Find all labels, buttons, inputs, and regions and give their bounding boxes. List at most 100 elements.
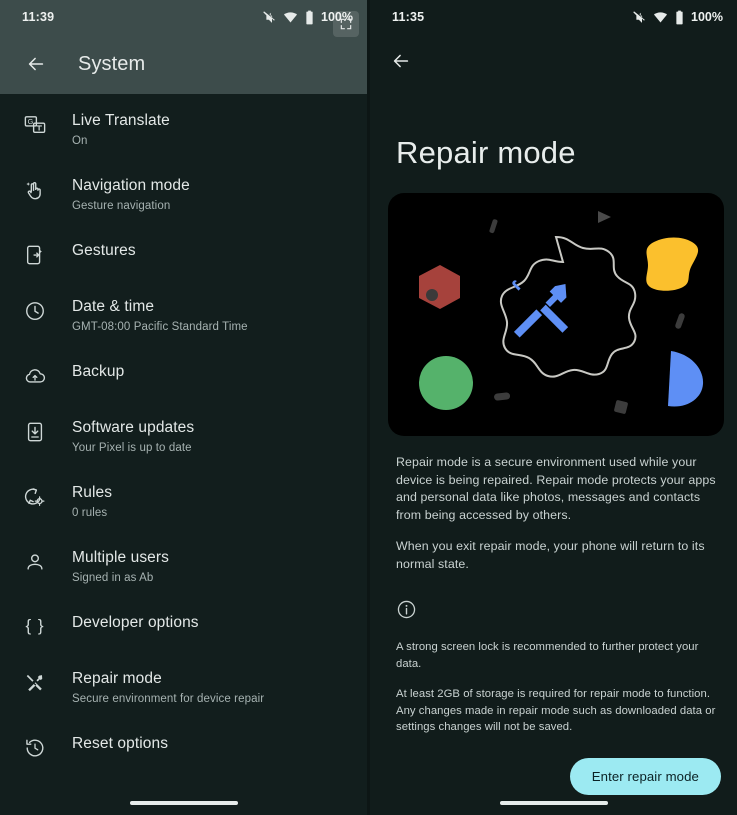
home-indicator-left[interactable] bbox=[129, 801, 238, 805]
status-time: 11:35 bbox=[392, 10, 425, 24]
sidebar-item-reset-options[interactable]: Reset options bbox=[0, 721, 367, 777]
repair-mode-description: Repair mode is a secure environment used… bbox=[370, 454, 737, 573]
note-paragraph: At least 2GB of storage is required for … bbox=[396, 688, 716, 733]
fullscreen-icon[interactable] bbox=[333, 11, 359, 37]
repair-mode-notes: A strong screen lock is recommended to f… bbox=[370, 639, 737, 736]
page-title: System bbox=[78, 52, 146, 75]
sidebar-item-label: Date & time bbox=[72, 298, 155, 315]
sidebar-item-label: Reset options bbox=[72, 735, 169, 752]
back-arrow-icon bbox=[393, 54, 409, 68]
svg-text:G: G bbox=[28, 117, 34, 126]
sidebar-item-repair-mode[interactable]: Repair mode Secure environment for devic… bbox=[0, 656, 367, 721]
curly-braces-icon: { } bbox=[22, 613, 48, 636]
back-button-right[interactable] bbox=[370, 34, 737, 77]
debris-triangle bbox=[598, 211, 611, 223]
curly-braces-glyph: { } bbox=[25, 616, 45, 635]
sidebar-item-multiple-users[interactable]: Multiple users Signed in as Ab bbox=[0, 535, 367, 600]
debris-dot bbox=[426, 289, 438, 301]
half-moon-shape bbox=[668, 351, 704, 407]
sidebar-item-label: Gestures bbox=[72, 242, 136, 259]
cloud-upload-icon bbox=[22, 362, 48, 387]
sidebar-item-sublabel: 0 rules bbox=[72, 507, 108, 519]
sidebar-item-label: Navigation mode bbox=[72, 177, 190, 194]
repair-mode-screen: 11:35 100% Repair mode Repair mode is a … bbox=[370, 0, 737, 815]
sidebar-item-label: Live Translate bbox=[72, 112, 170, 129]
debris-bar bbox=[675, 313, 685, 329]
gestures-phone-icon bbox=[22, 241, 48, 266]
dual-screenshot-container: 11:39 100% System G Live Translate On Na… bbox=[0, 0, 737, 815]
sidebar-item-sublabel: On bbox=[72, 135, 88, 147]
battery-icon bbox=[676, 10, 683, 24]
sidebar-item-software-updates[interactable]: Software updates Your Pixel is up to dat… bbox=[0, 405, 367, 470]
status-bar-left: 11:39 100% bbox=[0, 0, 367, 37]
row-text: Gestures bbox=[72, 241, 136, 261]
history-reset-icon bbox=[22, 734, 48, 759]
sidebar-item-sublabel: Signed in as Ab bbox=[72, 572, 154, 584]
sidebar-item-sublabel: Your Pixel is up to date bbox=[72, 442, 192, 454]
system-toolbar: System bbox=[0, 34, 367, 94]
row-text: Backup bbox=[72, 362, 124, 382]
settings-list: G Live Translate On Navigation mode Gest… bbox=[0, 94, 367, 777]
sidebar-item-label: Rules bbox=[72, 484, 113, 501]
wavy-outline bbox=[499, 235, 637, 378]
mute-icon bbox=[263, 10, 275, 23]
live-translate-icon: G bbox=[22, 111, 48, 136]
sidebar-item-label: Software updates bbox=[72, 419, 195, 436]
sidebar-item-label: Repair mode bbox=[72, 670, 162, 687]
row-text: Date & time GMT-08:00 Pacific Standard T… bbox=[72, 297, 248, 336]
debris-bar bbox=[494, 392, 511, 401]
battery-icon bbox=[306, 10, 313, 24]
clock-icon bbox=[22, 297, 48, 322]
status-bar-right: 11:35 100% bbox=[370, 0, 737, 34]
sidebar-item-gestures[interactable]: Gestures bbox=[0, 228, 367, 284]
row-text: Rules 0 rules bbox=[72, 483, 112, 522]
enter-repair-mode-button[interactable]: Enter repair mode bbox=[569, 757, 721, 795]
row-text: Navigation mode Gesture navigation bbox=[72, 176, 190, 215]
sidebar-item-backup[interactable]: Backup bbox=[0, 349, 367, 405]
description-paragraph: Repair mode is a secure environment used… bbox=[396, 455, 716, 522]
repair-tools-icon bbox=[22, 669, 48, 694]
sidebar-item-sublabel: Gesture navigation bbox=[72, 200, 171, 212]
hammer-screwdriver-icon bbox=[512, 280, 569, 338]
rounded-square-shape bbox=[646, 237, 699, 291]
page-title: Repair mode bbox=[396, 135, 576, 170]
sidebar-item-rules[interactable]: Rules 0 rules bbox=[0, 470, 367, 535]
rules-gear-icon bbox=[22, 483, 48, 508]
sidebar-item-label: Developer options bbox=[72, 614, 199, 631]
repair-mode-illustration bbox=[388, 193, 724, 436]
sidebar-item-live-translate[interactable]: G Live Translate On bbox=[0, 98, 367, 163]
circle-shape bbox=[419, 356, 473, 410]
status-icon-group: 100% bbox=[632, 10, 723, 25]
back-button-left[interactable] bbox=[16, 44, 56, 84]
status-time: 11:39 bbox=[22, 10, 55, 24]
row-text: Developer options bbox=[72, 613, 199, 633]
mute-icon bbox=[633, 10, 645, 23]
sidebar-item-navigation-mode[interactable]: Navigation mode Gesture navigation bbox=[0, 163, 367, 228]
info-circle-icon bbox=[370, 573, 737, 625]
wifi-icon bbox=[653, 11, 668, 22]
person-icon bbox=[22, 548, 48, 573]
hexagon-shape bbox=[419, 265, 460, 309]
note-paragraph: A strong screen lock is recommended to f… bbox=[396, 641, 699, 670]
software-update-icon bbox=[22, 418, 48, 443]
row-text: Live Translate On bbox=[72, 111, 170, 150]
row-text: Multiple users Signed in as Ab bbox=[72, 548, 169, 587]
debris-square bbox=[614, 400, 628, 414]
debris-bar bbox=[489, 219, 498, 234]
row-text: Reset options bbox=[72, 734, 168, 754]
back-arrow-icon bbox=[28, 57, 44, 71]
wifi-icon bbox=[283, 11, 298, 22]
row-text: Repair mode Secure environment for devic… bbox=[72, 669, 264, 708]
sidebar-item-sublabel: GMT-08:00 Pacific Standard Time bbox=[72, 321, 248, 333]
system-settings-screen: 11:39 100% System G Live Translate On Na… bbox=[0, 0, 367, 815]
sidebar-item-sublabel: Secure environment for device repair bbox=[72, 693, 265, 705]
battery-percent: 100% bbox=[691, 10, 723, 24]
sidebar-item-label: Multiple users bbox=[72, 549, 170, 566]
sidebar-item-developer-options[interactable]: { } Developer options bbox=[0, 600, 367, 656]
gesture-hand-icon bbox=[22, 176, 48, 201]
sidebar-item-date-time[interactable]: Date & time GMT-08:00 Pacific Standard T… bbox=[0, 284, 367, 349]
sidebar-item-label: Backup bbox=[72, 363, 125, 380]
description-paragraph: When you exit repair mode, your phone wi… bbox=[396, 539, 705, 571]
row-text: Software updates Your Pixel is up to dat… bbox=[72, 418, 194, 457]
home-indicator-right[interactable] bbox=[499, 801, 608, 805]
